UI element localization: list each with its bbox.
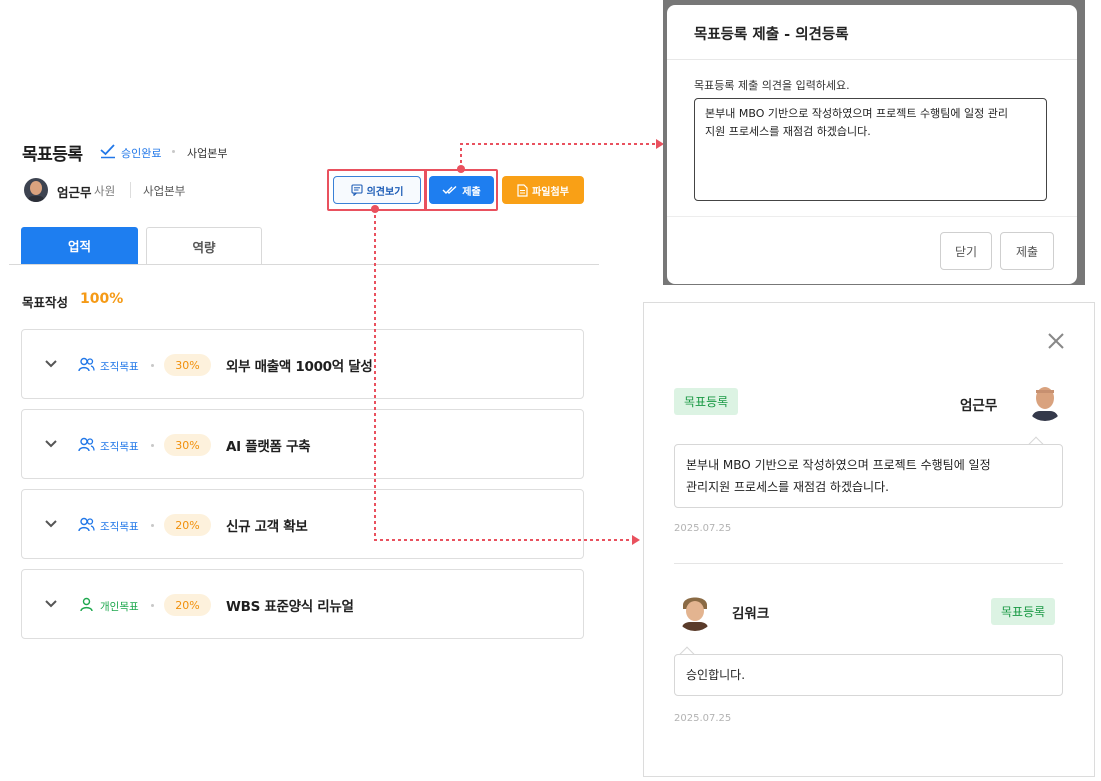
modal-close-button[interactable]: 닫기 (940, 232, 992, 270)
dot-separator (151, 444, 154, 447)
modal-footer-divider (667, 216, 1077, 217)
goal-type: 조직목표 (100, 521, 139, 533)
group-icon (78, 437, 95, 452)
comment-date: 2025.07.25 (674, 523, 732, 534)
goal-title: AI 플랫폼 구축 (226, 439, 311, 455)
modal-divider (667, 59, 1077, 60)
dot-separator (151, 524, 154, 527)
person-icon (80, 597, 93, 612)
document-icon (517, 183, 528, 197)
page-title: 목표등록 (22, 145, 83, 165)
tab-performance[interactable]: 업적 (21, 227, 138, 264)
comment-text: 관리지원 프로세스를 재점검 하겠습니다. (686, 480, 889, 494)
tab-competency[interactable]: 역량 (146, 227, 262, 264)
comment-text: 본부내 MBO 기반으로 작성하였으며 프로젝트 수행팀에 일정 (686, 458, 991, 472)
user-divider (130, 182, 131, 198)
progress-label: 목표작성 (22, 295, 69, 310)
user-name: 엄근무 (57, 185, 92, 200)
weight-badge: 30% (164, 354, 211, 376)
comment-tag: 목표등록 (991, 598, 1056, 625)
comment-date: 2025.07.25 (674, 713, 732, 724)
comment-bubble: 승인합니다. (674, 654, 1063, 696)
dot-separator (151, 364, 154, 367)
avatar (675, 591, 715, 631)
chevron-down-icon[interactable] (44, 439, 58, 449)
check-icon (100, 144, 115, 159)
weight-badge: 20% (164, 594, 211, 616)
chevron-down-icon[interactable] (44, 519, 58, 529)
comment-author: 김워크 (732, 606, 770, 622)
progress-value: 100% (80, 291, 124, 307)
group-icon (78, 517, 95, 532)
avatar (1025, 381, 1065, 421)
goal-title: 신규 고객 확보 (226, 519, 308, 535)
status-badge: 승인완료 (121, 147, 162, 160)
dot-separator (151, 604, 154, 607)
comment-text: 승인합니다. (686, 668, 746, 682)
opinion-textarea[interactable]: 본부내 MBO 기반으로 작성하였으며 프로젝트 수행팀에 일정 관리 지원 프… (694, 98, 1047, 201)
user-rank: 사원 (94, 184, 116, 198)
avatar (24, 178, 48, 202)
goal-type: 개인목표 (100, 601, 139, 613)
comment-divider (674, 563, 1063, 564)
connector-opinion-to-panel (371, 205, 640, 545)
chevron-down-icon[interactable] (44, 599, 58, 609)
attach-file-label: 파일첨부 (532, 186, 569, 198)
attach-file-button[interactable]: 파일첨부 (502, 176, 584, 204)
comment-bubble: 본부내 MBO 기반으로 작성하였으며 프로젝트 수행팀에 일정 관리지원 프로… (674, 444, 1063, 508)
goal-card[interactable]: 개인목표 20% WBS 표준양식 리뉴얼 (21, 569, 584, 639)
weight-badge: 30% (164, 434, 211, 456)
dot-separator (172, 150, 175, 153)
goal-type: 조직목표 (100, 361, 139, 373)
comment-panel: 목표등록 엄근무 본부내 MBO 기반으로 작성하였으며 프로젝트 수행팀에 일… (643, 302, 1095, 777)
title-department: 사업본부 (187, 147, 228, 160)
modal-submit-button[interactable]: 제출 (1000, 232, 1054, 270)
group-icon (78, 357, 95, 372)
opinion-modal: 목표등록 제출 - 의견등록 목표등록 제출 의견을 입력하세요. 본부내 MB… (667, 5, 1077, 284)
modal-title: 목표등록 제출 - 의견등록 (694, 27, 849, 43)
user-department: 사업본부 (143, 184, 186, 198)
connector-submit-to-modal (457, 139, 664, 173)
chevron-down-icon[interactable] (44, 359, 58, 369)
weight-badge: 20% (164, 514, 211, 536)
comment-author: 엄근무 (960, 398, 998, 414)
close-icon[interactable] (1047, 332, 1065, 350)
comment-tag: 목표등록 (674, 388, 739, 415)
textarea-line: 지원 프로세스를 재점검 하겠습니다. (705, 125, 871, 138)
goal-type: 조직목표 (100, 441, 139, 453)
modal-input-label: 목표등록 제출 의견을 입력하세요. (694, 79, 850, 92)
textarea-line: 본부내 MBO 기반으로 작성하였으며 프로젝트 수행팀에 일정 관리 (705, 107, 1008, 120)
goal-title: 외부 매출액 1000억 달성 (226, 359, 373, 375)
goal-title: WBS 표준양식 리뉴얼 (226, 599, 354, 615)
